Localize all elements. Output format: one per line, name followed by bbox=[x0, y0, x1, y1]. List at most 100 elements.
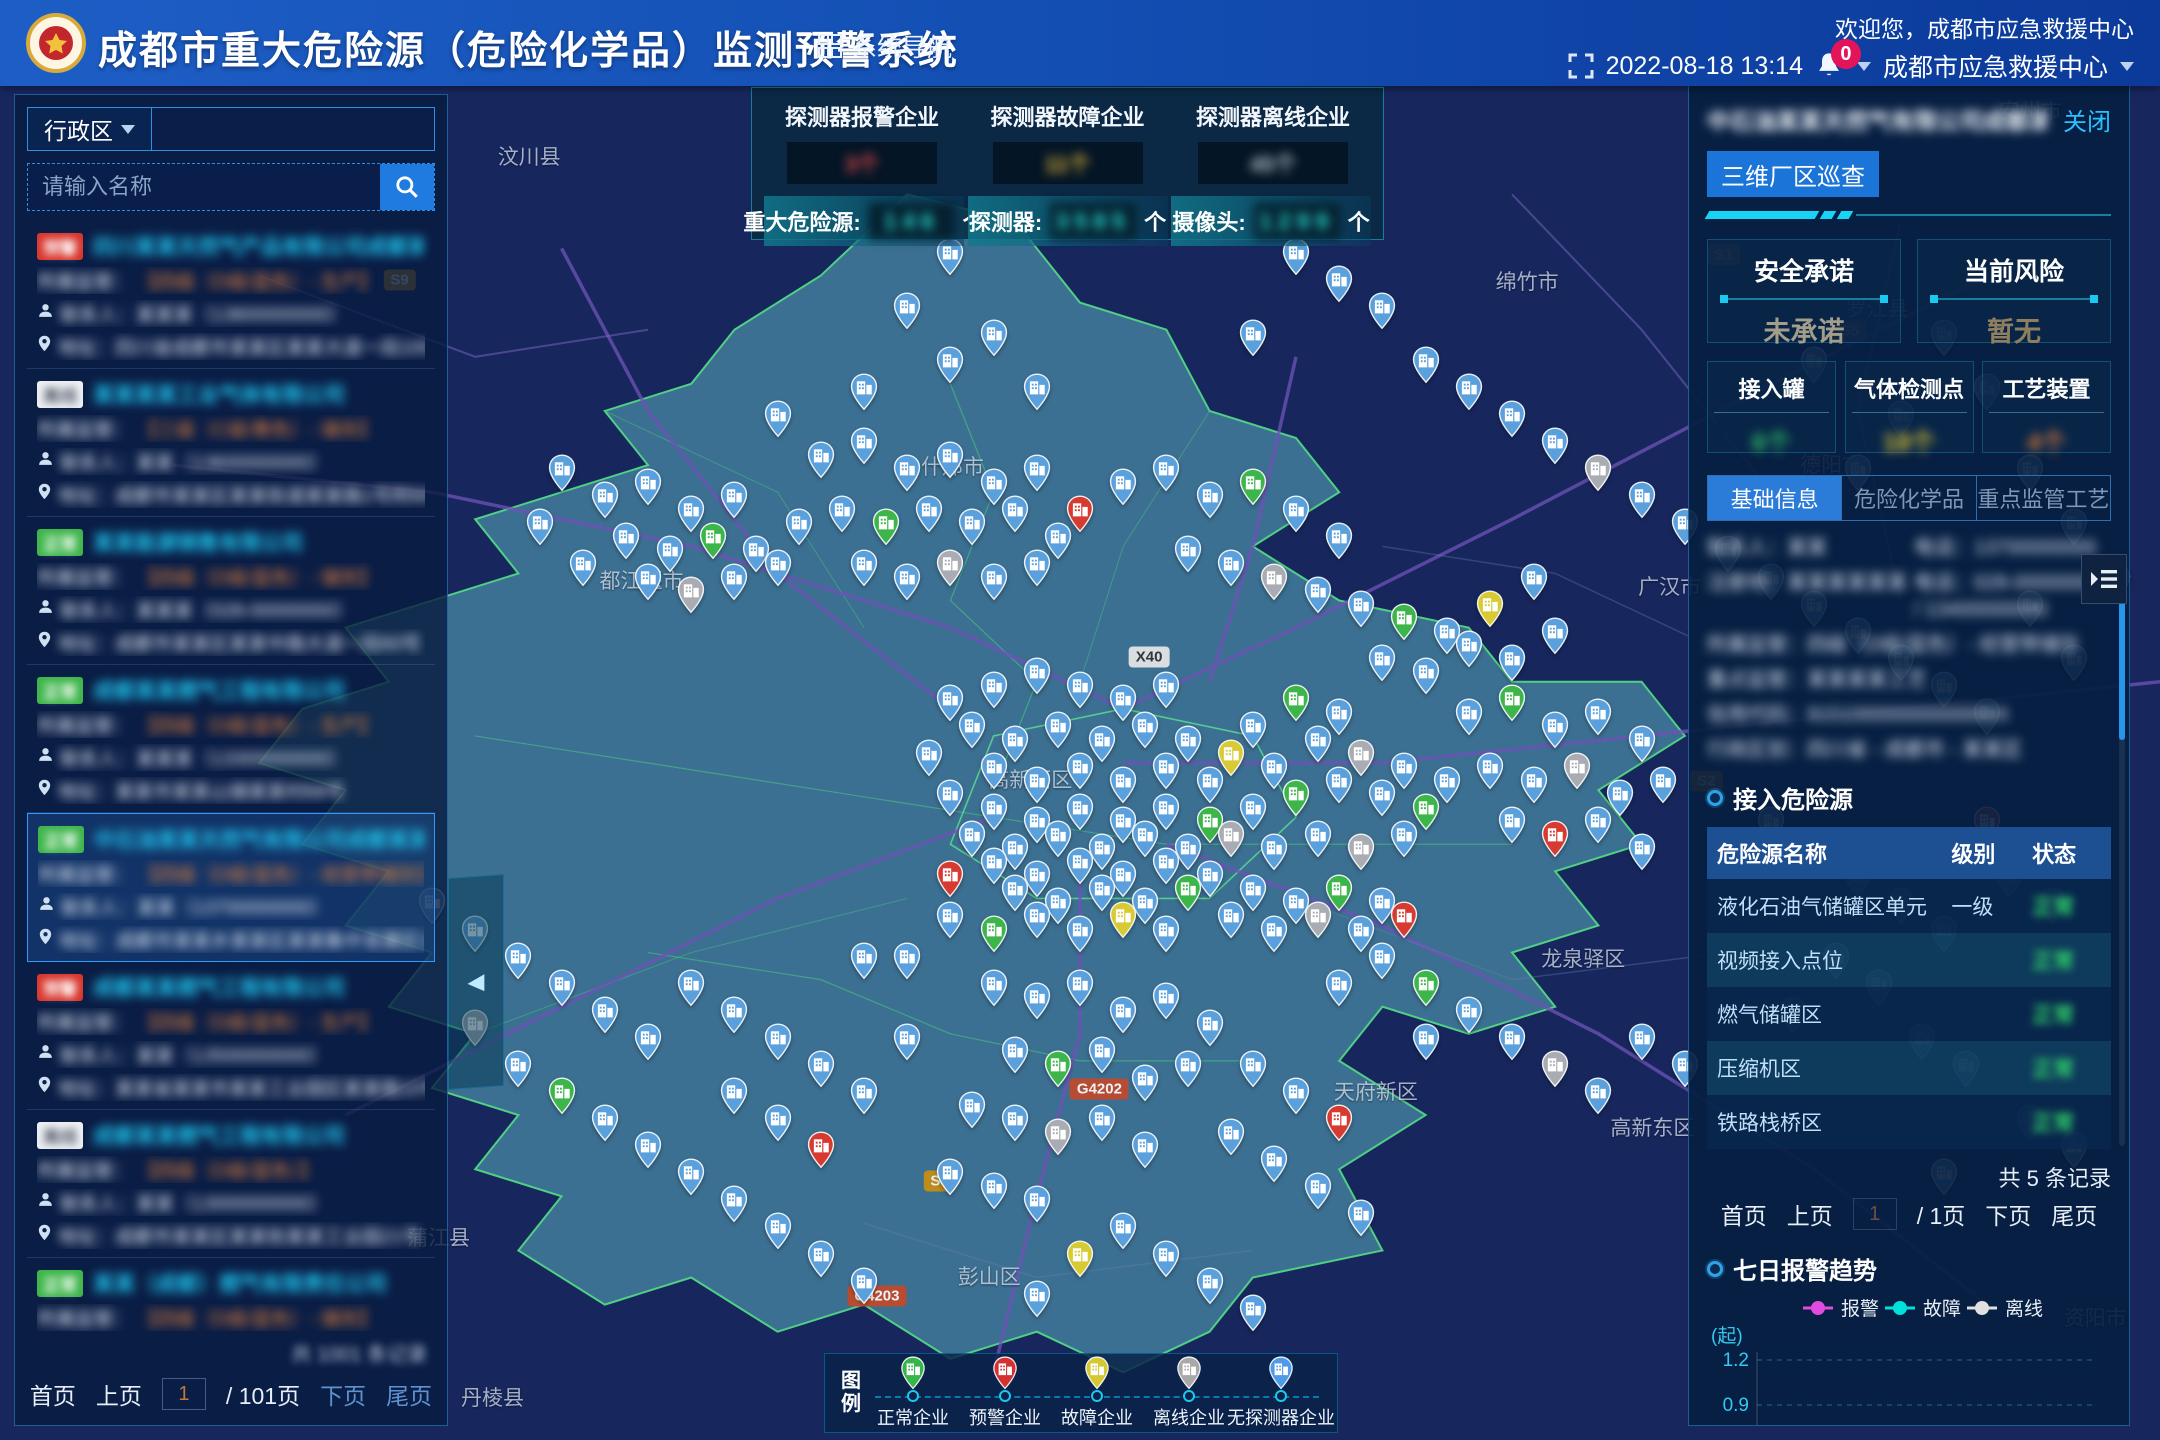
map-marker-pin[interactable] bbox=[1238, 319, 1267, 357]
map-marker-pin[interactable] bbox=[677, 576, 706, 614]
map-marker-pin[interactable] bbox=[1303, 901, 1332, 939]
map-marker-pin[interactable] bbox=[1109, 996, 1138, 1034]
map-marker-pin[interactable] bbox=[1217, 1118, 1246, 1156]
map-marker-pin[interactable] bbox=[634, 563, 663, 601]
company-list-item[interactable]: 预警成都某某燃气工程有限公司所属监管：【四级（D级/蓝色）- 生产】联系人：某某… bbox=[27, 962, 435, 1110]
map-marker-pin[interactable] bbox=[1044, 1118, 1073, 1156]
map-marker-pin[interactable] bbox=[1346, 1199, 1375, 1237]
map-marker-pin[interactable] bbox=[1066, 752, 1095, 790]
map-marker-pin[interactable] bbox=[1109, 468, 1138, 506]
map-marker-pin[interactable] bbox=[1368, 644, 1397, 682]
map-marker-pin[interactable] bbox=[1584, 1077, 1613, 1115]
map-marker-pin[interactable] bbox=[1411, 1023, 1440, 1061]
map-marker-pin[interactable] bbox=[1303, 576, 1332, 614]
map-marker-pin[interactable] bbox=[634, 1131, 663, 1169]
panel-scrollbar[interactable] bbox=[2119, 586, 2125, 1146]
map-marker-pin[interactable] bbox=[1282, 1077, 1311, 1115]
map-marker-pin[interactable] bbox=[720, 1077, 749, 1115]
map-marker-pin[interactable] bbox=[1174, 535, 1203, 573]
map-marker-pin[interactable] bbox=[1044, 1050, 1073, 1088]
map-marker-pin[interactable] bbox=[1346, 833, 1375, 871]
close-button[interactable]: 关闭 bbox=[2063, 102, 2111, 137]
map-marker-pin[interactable] bbox=[1109, 766, 1138, 804]
map-marker-pin[interactable] bbox=[763, 1023, 792, 1061]
notifications-button[interactable]: 0 bbox=[1815, 51, 1845, 81]
map-marker-pin[interactable] bbox=[1498, 1023, 1527, 1061]
last-page-button[interactable]: 尾页 bbox=[386, 1377, 432, 1411]
map-marker-pin[interactable] bbox=[1044, 711, 1073, 749]
map-marker-pin[interactable] bbox=[1541, 1050, 1570, 1088]
map-marker-pin[interactable] bbox=[1325, 265, 1354, 303]
map-marker-pin[interactable] bbox=[677, 969, 706, 1007]
map-marker-pin[interactable] bbox=[1195, 1009, 1224, 1047]
map-marker-pin[interactable] bbox=[1152, 982, 1181, 1020]
map-marker-pin[interactable] bbox=[1238, 1294, 1267, 1332]
map-marker-pin[interactable] bbox=[1238, 468, 1267, 506]
map-marker-pin[interactable] bbox=[763, 549, 792, 587]
map-marker-pin[interactable] bbox=[1454, 373, 1483, 411]
map-marker-pin[interactable] bbox=[763, 1212, 792, 1250]
map-marker-pin[interactable] bbox=[958, 508, 987, 546]
company-list-item[interactable]: 正常某某能源销售有限公司所属监管：【四级（D级/蓝色）- 储存】联系人：某某某（… bbox=[27, 517, 435, 665]
map-marker-pin[interactable] bbox=[1260, 1145, 1289, 1183]
map-marker-pin[interactable] bbox=[1346, 739, 1375, 777]
company-list-item[interactable]: 正常成都某某燃气工程有限公司所属监管：【四级（D级/蓝色）- 生产】联系人：某某… bbox=[27, 665, 435, 813]
first-page-button[interactable]: 首页 bbox=[1721, 1197, 1767, 1231]
chevron-down-icon[interactable] bbox=[1857, 62, 1871, 71]
map-marker-pin[interactable] bbox=[979, 915, 1008, 953]
map-marker-pin[interactable] bbox=[1411, 657, 1440, 695]
map-marker-pin[interactable] bbox=[1282, 779, 1311, 817]
map-marker-pin[interactable] bbox=[1325, 522, 1354, 560]
map-marker-pin[interactable] bbox=[1649, 766, 1678, 804]
company-list-item[interactable]: 离线成都某某燃气工程有限公司所属监管：【四级（D级/蓝色）】联系人：某某（130… bbox=[27, 1110, 435, 1258]
map-marker-pin[interactable] bbox=[936, 860, 965, 898]
company-list-item[interactable]: 预警四川某某天然气产品有限公司成都某某输配站所属监管：【四级（D级/蓝色）- 生… bbox=[27, 221, 435, 369]
map-marker-pin[interactable] bbox=[1390, 820, 1419, 858]
map-marker-pin[interactable] bbox=[1260, 833, 1289, 871]
map-marker-pin[interactable] bbox=[806, 1131, 835, 1169]
map-marker-pin[interactable] bbox=[1087, 1036, 1116, 1074]
map-marker-pin[interactable] bbox=[1454, 630, 1483, 668]
map-marker-pin[interactable] bbox=[1130, 1131, 1159, 1169]
map-marker-pin[interactable] bbox=[1001, 495, 1030, 533]
map-marker-pin[interactable] bbox=[893, 292, 922, 330]
map-marker-pin[interactable] bbox=[1152, 1240, 1181, 1278]
map-marker-pin[interactable] bbox=[1498, 684, 1527, 722]
map-marker-pin[interactable] bbox=[1022, 1280, 1051, 1318]
map-marker-pin[interactable] bbox=[590, 1104, 619, 1142]
map-marker-pin[interactable] bbox=[698, 522, 727, 560]
map-marker-pin[interactable] bbox=[850, 549, 879, 587]
map-marker-pin[interactable] bbox=[979, 969, 1008, 1007]
map-marker-pin[interactable] bbox=[1411, 969, 1440, 1007]
map-marker-pin[interactable] bbox=[1001, 1036, 1030, 1074]
map-marker-pin[interactable] bbox=[1562, 752, 1591, 790]
map-marker-pin[interactable] bbox=[1087, 1104, 1116, 1142]
map-marker-pin[interactable] bbox=[504, 942, 533, 980]
map-marker-pin[interactable] bbox=[806, 1240, 835, 1278]
map-marker-pin[interactable] bbox=[958, 711, 987, 749]
map-marker-pin[interactable] bbox=[634, 468, 663, 506]
map-marker-pin[interactable] bbox=[1411, 346, 1440, 384]
map-marker-pin[interactable] bbox=[1282, 495, 1311, 533]
map-marker-pin[interactable] bbox=[893, 1023, 922, 1061]
page-input[interactable]: 1 bbox=[1853, 1198, 1897, 1230]
table-row[interactable]: 压缩机区正常 bbox=[1707, 1041, 2111, 1095]
map-marker-pin[interactable] bbox=[1260, 915, 1289, 953]
map-marker-pin[interactable] bbox=[914, 739, 943, 777]
map-marker-pin[interactable] bbox=[720, 563, 749, 601]
panel-expand-button[interactable] bbox=[2081, 554, 2127, 604]
map-marker-pin[interactable] bbox=[806, 1050, 835, 1088]
map-marker-pin[interactable] bbox=[785, 508, 814, 546]
map-marker-pin[interactable] bbox=[1130, 1064, 1159, 1102]
map-marker-pin[interactable] bbox=[1498, 806, 1527, 844]
map-marker-pin[interactable] bbox=[979, 671, 1008, 709]
fullscreen-icon[interactable] bbox=[1568, 53, 1594, 79]
map-marker-pin[interactable] bbox=[893, 942, 922, 980]
map-marker-pin[interactable] bbox=[1584, 806, 1613, 844]
map-marker-pin[interactable] bbox=[1519, 766, 1548, 804]
map-marker-pin[interactable] bbox=[1390, 752, 1419, 790]
map-marker-pin[interactable] bbox=[612, 522, 641, 560]
map-marker-pin[interactable] bbox=[1390, 603, 1419, 641]
map-marker-pin[interactable] bbox=[1303, 1172, 1332, 1210]
map-marker-pin[interactable] bbox=[850, 1267, 879, 1305]
